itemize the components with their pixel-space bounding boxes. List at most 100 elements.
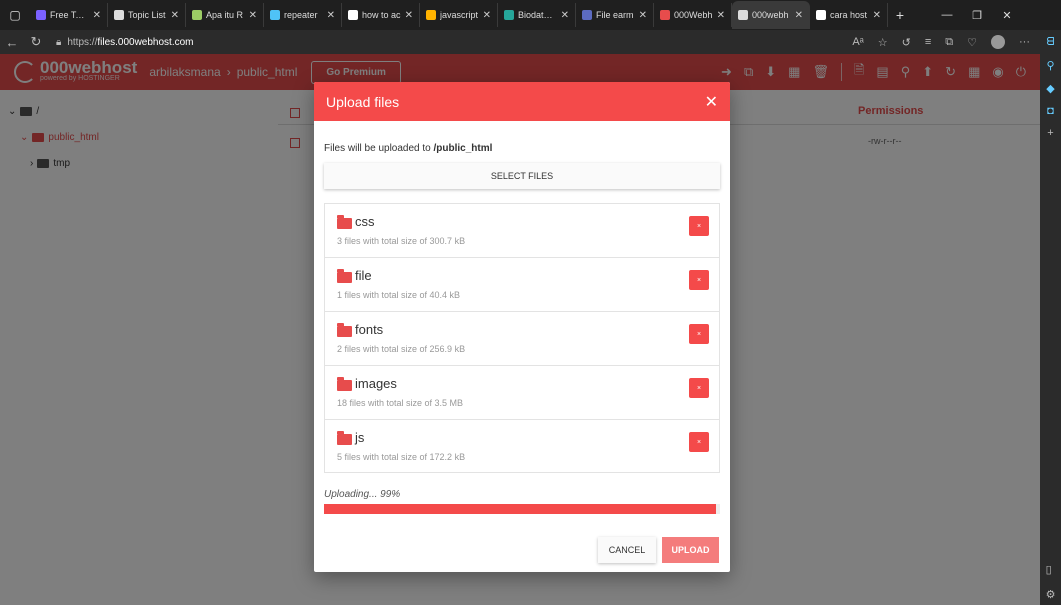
upload-button[interactable]: UPLOAD [662,537,719,563]
browser-tab[interactable]: Free Temp ✕ [30,3,108,27]
list-item: file 1 files with total size of 40.4 kB … [325,258,719,312]
read-aloud-icon[interactable]: Aᵃ [852,36,863,48]
remove-file-button[interactable]: × [689,432,709,452]
browser-tab[interactable]: javascript ✕ [420,3,498,27]
tab-title: repeater [284,10,318,20]
list-item: js 5 files with total size of 172.2 kB × [325,420,719,474]
close-tab-icon[interactable]: ✕ [171,10,179,21]
destination-path: /public_html [433,143,493,154]
collections-icon[interactable]: ⧉ [945,36,953,49]
close-tab-icon[interactable]: ✕ [795,10,803,21]
url-host: files.000webhost.com [97,36,194,48]
favicon-icon [816,10,826,20]
file-meta: 3 files with total size of 300.7 kB [337,236,466,246]
close-tab-icon[interactable]: ✕ [93,10,101,21]
list-item: fonts 2 files with total size of 256.9 k… [325,312,719,366]
dialog-title: Upload files [326,93,400,110]
tab-title: 000webh [752,10,789,20]
favicon-icon [738,10,748,20]
close-tab-icon[interactable]: ✕ [405,10,413,21]
close-tab-icon[interactable]: ✕ [327,10,335,21]
select-files-button[interactable]: SELECT FILES [324,163,720,189]
destination-prefix: Files will be uploaded to [324,143,434,154]
browser-tab-strip: ▢ Free Temp ✕ Topic List ✕ Apa itu R ✕ repe… [0,0,1061,30]
browser-tab[interactable]: 000Webh ✕ [654,3,732,27]
favicon-icon [192,10,202,20]
favicon-icon [114,10,124,20]
browser-tab-active[interactable]: 000webh ✕ [732,1,810,29]
file-meta: 1 files with total size of 40.4 kB [337,290,461,300]
browser-tab[interactable]: Apa itu R ✕ [186,3,264,27]
minimize-icon[interactable]: — [932,9,962,21]
tab-title: cara host [830,10,868,20]
tab-title: javascript [440,10,479,20]
bing-icon[interactable]: ᗺ [1047,36,1055,49]
favicon-icon [504,10,514,20]
search-icon[interactable]: ⚲ [1046,59,1054,72]
close-tab-icon[interactable]: ✕ [717,10,725,21]
file-name: file [355,268,372,283]
favorites-icon[interactable]: ≡ [925,36,931,48]
folder-icon [337,323,352,337]
upload-dialog: Upload files ✕ Files will be uploaded to… [314,82,730,572]
shopping-icon[interactable]: ◆ [1046,82,1054,95]
browser-tab[interactable]: File earm ✕ [576,3,654,27]
browser-tab[interactable]: Topic List ✕ [108,3,186,27]
tab-title: how to ac [362,10,401,20]
list-item: images 18 files with total size of 3.5 M… [325,366,719,420]
extensions-icon[interactable]: ♡ [967,36,977,49]
upload-destination: Files will be uploaded to /public_html [324,143,492,154]
browser-tab[interactable]: Biodata M ✕ [498,3,576,27]
outlook-icon[interactable]: ◘ [1047,105,1054,117]
tab-actions-icon[interactable]: ▢ [0,0,30,30]
file-name: css [355,214,375,229]
refresh-page-icon[interactable]: ↺ [902,36,911,49]
remove-file-button[interactable]: × [689,216,709,236]
settings-icon[interactable]: ⚙ [1046,588,1056,601]
browser-tab[interactable]: how to ac ✕ [342,3,420,27]
dialog-header: Upload files ✕ [314,82,730,121]
close-window-icon[interactable]: ✕ [992,9,1022,22]
more-menu-icon[interactable]: ··· [1019,36,1030,48]
progress-bar [324,504,720,514]
close-tab-icon[interactable]: ✕ [639,10,647,21]
add-icon[interactable]: + [1047,127,1053,139]
close-icon[interactable]: ✕ [705,92,718,112]
close-tab-icon[interactable]: ✕ [873,10,881,21]
close-tab-icon[interactable]: ✕ [483,10,491,21]
folder-icon [337,377,352,391]
lock-icon: 🔒︎ [56,36,62,48]
tab-title: Topic List [128,10,166,20]
browser-tab[interactable]: repeater ✕ [264,3,342,27]
favorite-star-icon[interactable]: ☆ [878,36,888,49]
tab-title: Free Temp [50,10,89,20]
close-tab-icon[interactable]: ✕ [249,10,257,21]
new-tab-button[interactable]: + [888,7,912,23]
file-name: images [355,376,397,391]
favicon-icon [270,10,280,20]
profile-avatar[interactable] [991,35,1005,49]
sidebar-toggle-icon[interactable]: ▯ [1046,563,1056,576]
file-list: css 3 files with total size of 300.7 kB … [324,203,720,473]
remove-file-button[interactable]: × [689,270,709,290]
url-prefix: https:// [67,36,98,48]
restore-icon[interactable]: ❐ [962,9,992,22]
browser-tab[interactable]: cara host ✕ [810,3,888,27]
address-bar: ← ↻ 🔒︎ https://files.000webhost.com Aᵃ ☆… [0,30,1040,54]
favicon-icon [660,10,670,20]
tab-title: File earm [596,10,634,20]
list-item: css 3 files with total size of 300.7 kB … [325,204,719,258]
cancel-button[interactable]: CANCEL [598,537,656,563]
tab-title: Biodata M [518,10,557,20]
favicon-icon [36,10,46,20]
refresh-icon[interactable]: ↻ [24,34,48,50]
close-tab-icon[interactable]: ✕ [561,10,569,21]
favicon-icon [348,10,358,20]
back-icon[interactable]: ← [0,35,24,50]
url-field[interactable]: 🔒︎ https://files.000webhost.com [56,37,194,48]
folder-icon [337,269,352,283]
favicon-icon [426,10,436,20]
url-text: https://files.000webhost.com [67,37,193,48]
remove-file-button[interactable]: × [689,324,709,344]
remove-file-button[interactable]: × [689,378,709,398]
